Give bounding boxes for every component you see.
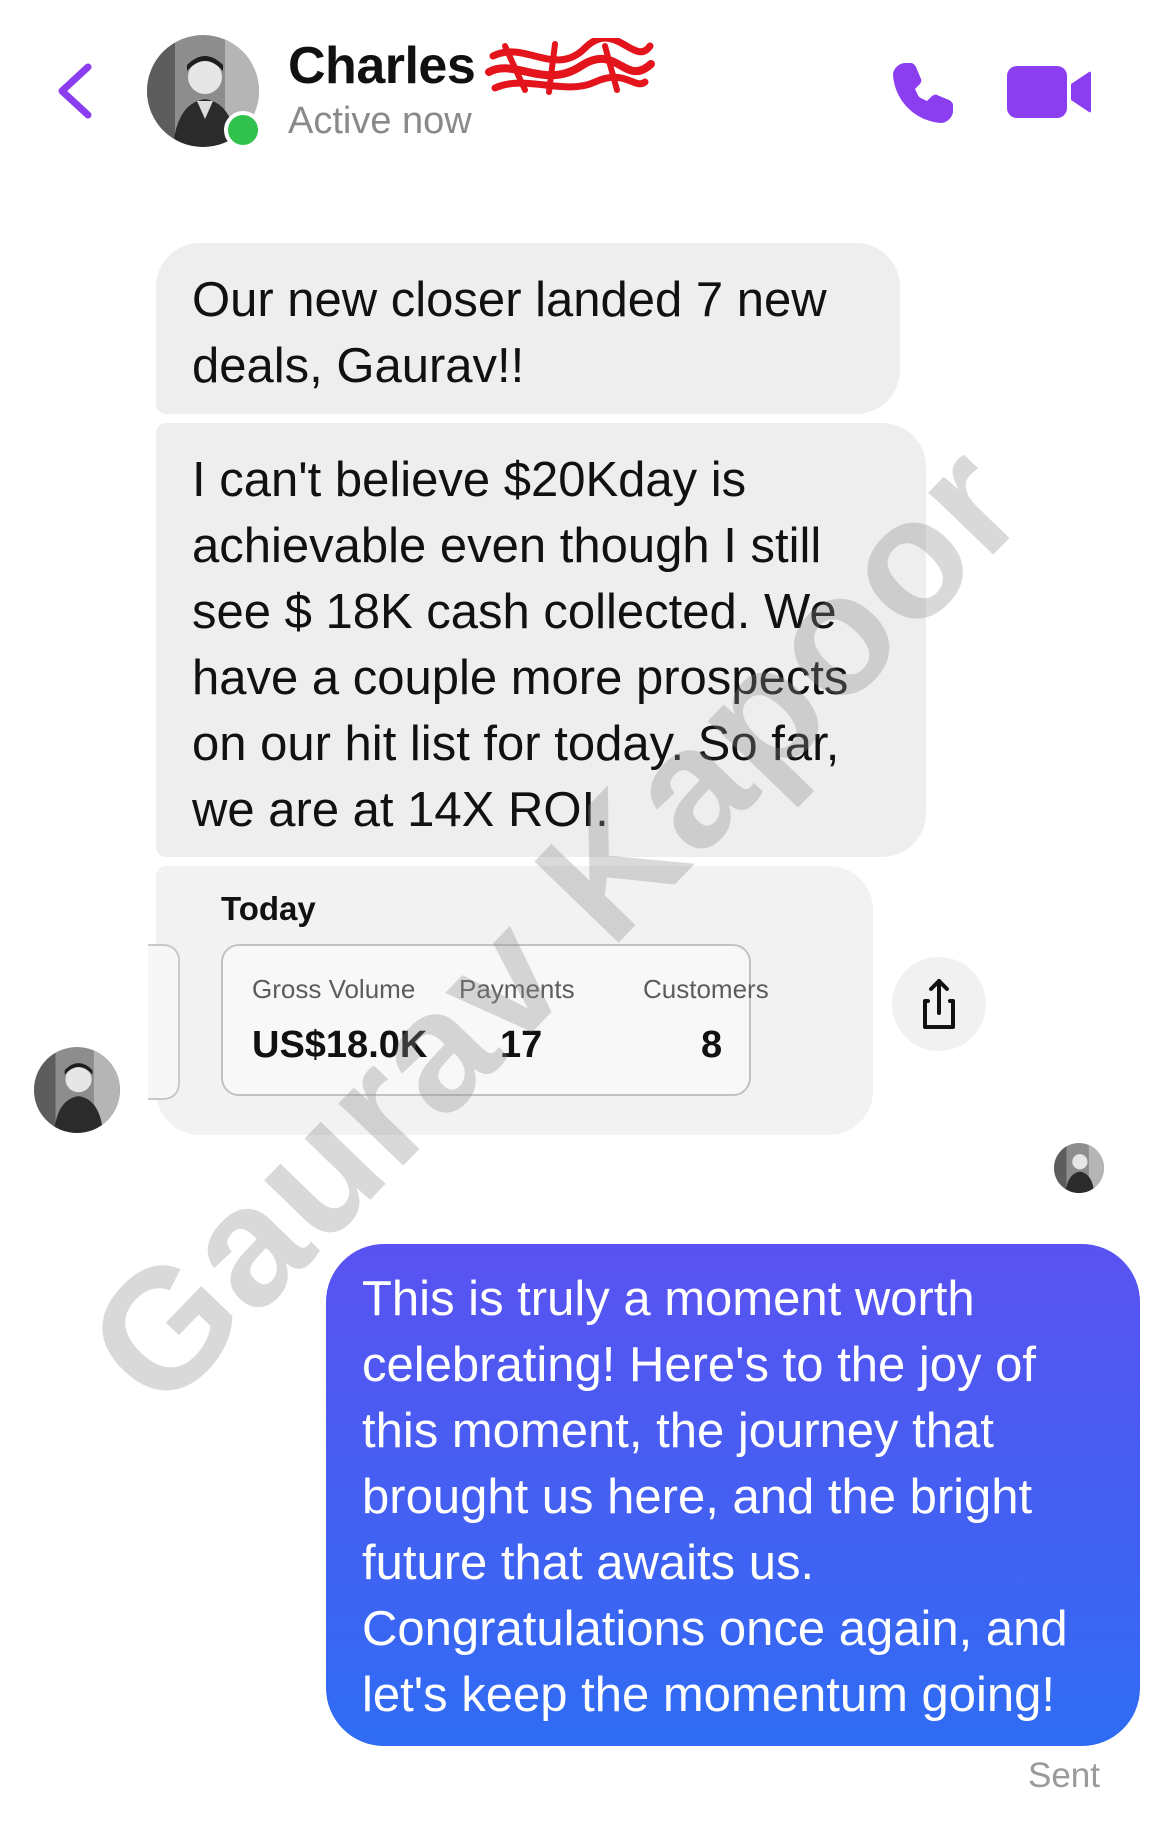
message-status: Sent	[1028, 1756, 1100, 1795]
share-button[interactable]	[892, 957, 986, 1051]
sender-avatar[interactable]	[34, 1047, 120, 1133]
outgoing-message[interactable]: This is truly a moment worth celebrating…	[326, 1244, 1140, 1746]
chat-header: Charles Active now	[0, 0, 1170, 180]
voice-call-button[interactable]	[885, 55, 961, 131]
share-icon	[923, 979, 955, 1029]
video-camera-icon	[1007, 66, 1091, 118]
previous-card-edge	[148, 944, 180, 1100]
stat-value: 17	[500, 1024, 543, 1066]
payments-summary-card[interactable]: Today Gross Volume US$18.0K Payments 17 …	[148, 866, 873, 1135]
stat-label: Gross Volume	[252, 974, 416, 1004]
incoming-message[interactable]: I can't believe $20Kday is achievable ev…	[156, 423, 926, 857]
phone-icon	[893, 63, 953, 123]
back-button[interactable]	[48, 55, 108, 127]
stat-value: US$18.0K	[252, 1024, 428, 1066]
stat-value: 8	[701, 1024, 723, 1066]
redaction-scribble	[485, 38, 655, 95]
incoming-message[interactable]: Our new closer landed 7 new deals, Gaura…	[156, 243, 900, 414]
read-receipt-avatar	[1054, 1143, 1104, 1193]
contact-status: Active now	[288, 100, 472, 142]
contact-name: Charles	[288, 37, 476, 95]
chevron-left-icon	[58, 63, 92, 119]
stat-label: Payments	[459, 974, 575, 1004]
video-call-button[interactable]	[1005, 62, 1093, 122]
stats-card: Gross Volume US$18.0K Payments 17 Custom…	[221, 944, 769, 1096]
online-status-indicator	[224, 111, 262, 149]
stat-label: Customers	[643, 974, 769, 1004]
card-title: Today	[221, 890, 316, 927]
